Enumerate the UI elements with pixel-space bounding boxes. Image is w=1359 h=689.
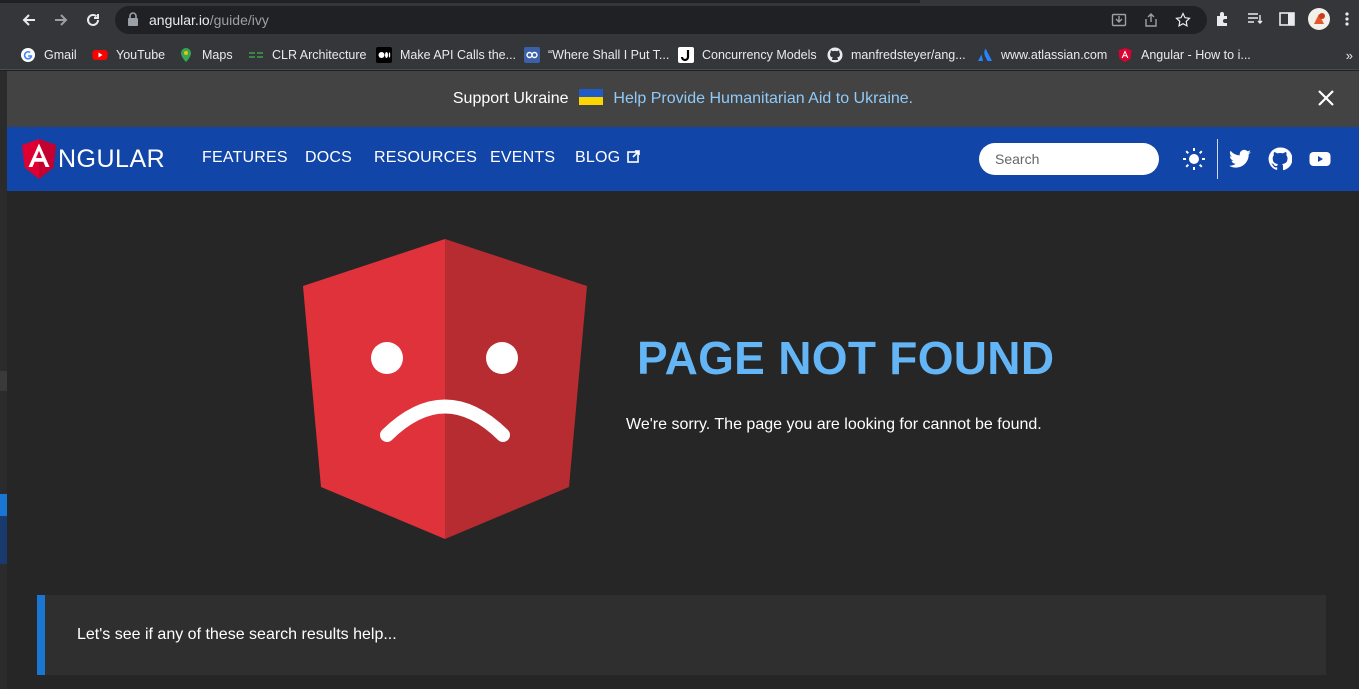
nav-docs[interactable]: DOCS	[305, 149, 352, 167]
back-button[interactable]	[18, 9, 40, 31]
address-bar[interactable]: angular.io/guide/ivy	[115, 6, 1207, 34]
j-icon	[678, 47, 694, 63]
url-host: angular.io	[149, 12, 210, 28]
humanitarian-aid-link[interactable]: Help Provide Humanitarian Aid to Ukraine…	[613, 90, 913, 107]
banner-text: Support Ukraine Help Provide Humanitaria…	[7, 89, 1359, 108]
atlassian-icon	[977, 47, 993, 63]
bookmark-label: manfredsteyer/ang...	[851, 48, 966, 62]
external-link-icon	[627, 150, 640, 163]
github-icon[interactable]	[1268, 147, 1292, 171]
angular-shield-icon	[22, 139, 56, 179]
top-navigation: NGULAR FEATURES DOCS RESOURCES EVENTS BL…	[7, 127, 1359, 191]
url-path: /guide/ivy	[209, 12, 269, 28]
bookmark-concurrency-models[interactable]: Concurrency Models	[678, 44, 817, 66]
nav-events[interactable]: EVENTS	[490, 149, 555, 167]
arrow-right-icon	[55, 14, 68, 26]
nav-blog[interactable]: BLOG	[575, 149, 640, 167]
extensions-puzzle-icon[interactable]	[1214, 10, 1232, 28]
avatar-icon	[1314, 13, 1325, 24]
bookmark-youtube[interactable]: YouTube	[92, 44, 165, 66]
bookmark-label: YouTube	[116, 48, 166, 62]
page-title: PAGE NOT FOUND	[637, 332, 1055, 384]
maps-pin-icon	[178, 47, 194, 63]
edge-block	[0, 516, 7, 564]
callout-text: Let's see if any of these search results…	[77, 626, 397, 643]
banner-label: Support Ukraine	[452, 90, 569, 107]
nav-resources[interactable]: RESOURCES	[374, 149, 477, 167]
install-app-icon[interactable]	[1111, 12, 1127, 28]
google-icon	[20, 47, 36, 63]
bookmark-make-api-calls[interactable]: Make API Calls the...	[376, 44, 516, 66]
close-banner-icon[interactable]	[1315, 87, 1337, 109]
more-bookmarks-button[interactable]: »	[1346, 48, 1353, 63]
tab-strip-edge	[0, 0, 920, 3]
bookmark-label: CLR Architecture	[272, 48, 367, 62]
lock-icon	[128, 12, 138, 26]
bookmarks-bar: Gmail YouTube Maps CLR Architecture Make…	[0, 40, 1359, 70]
theme-toggle-sun-icon[interactable]	[1182, 147, 1206, 171]
arrow-left-icon	[22, 14, 35, 26]
sad-angular-shield-icon	[303, 239, 587, 539]
medium-icon	[376, 47, 392, 63]
angular-logo[interactable]: NGULAR	[22, 137, 165, 181]
bookmark-where-shall-i-put[interactable]: “Where Shall I Put T...	[524, 44, 669, 66]
search-input[interactable]	[979, 143, 1159, 175]
bookmark-maps[interactable]: Maps	[178, 44, 233, 66]
star-icon[interactable]	[1175, 12, 1191, 28]
bookmark-label: Make API Calls the...	[400, 48, 517, 62]
left-edge-strip	[0, 71, 7, 689]
edge-block	[0, 494, 7, 516]
reading-list-icon[interactable]	[1246, 10, 1264, 28]
not-found-message: We're sorry. The page you are looking fo…	[626, 416, 1042, 433]
nav-features[interactable]: FEATURES	[202, 149, 288, 167]
bookmark-atlassian[interactable]: www.atlassian.com	[977, 44, 1107, 66]
nav-blog-label: BLOG	[575, 149, 621, 166]
reload-button[interactable]	[82, 9, 104, 31]
search-results-callout: Let's see if any of these search results…	[37, 595, 1326, 675]
url-text: angular.io/guide/ivy	[149, 12, 269, 28]
bookmark-label: www.atlassian.com	[1001, 48, 1108, 62]
angular-icon	[1117, 47, 1133, 63]
youtube-icon[interactable]	[1308, 147, 1332, 171]
youtube-icon	[92, 47, 108, 63]
bookmark-label: Concurrency Models	[702, 48, 817, 62]
browser-menu-icon[interactable]	[1342, 10, 1352, 28]
reload-icon	[87, 13, 99, 26]
web-page: Support Ukraine Help Provide Humanitaria…	[0, 71, 1359, 689]
bookmark-label: Maps	[202, 48, 233, 62]
twitter-icon[interactable]	[1228, 147, 1252, 171]
main-content: PAGE NOT FOUND We're sorry. The page you…	[7, 191, 1359, 689]
edge-block	[0, 371, 7, 391]
github-icon	[827, 47, 843, 63]
nav-divider	[1217, 139, 1218, 179]
bookmark-gmail[interactable]: Gmail	[20, 44, 77, 66]
support-ukraine-banner: Support Ukraine Help Provide Humanitaria…	[7, 71, 1359, 127]
bookmark-clr-architecture[interactable]: CLR Architecture	[248, 44, 366, 66]
codelink-icon	[524, 47, 540, 63]
bookmark-label: Angular - How to i...	[1141, 48, 1251, 62]
side-panel-icon[interactable]	[1278, 10, 1296, 28]
bookmark-label: “Where Shall I Put T...	[548, 48, 670, 62]
browser-toolbar: angular.io/guide/ivy	[0, 0, 1359, 40]
bookmark-manfredsteyer[interactable]: manfredsteyer/ang...	[827, 44, 966, 66]
share-icon[interactable]	[1143, 12, 1159, 28]
clr-icon	[248, 47, 264, 63]
profile-avatar[interactable]	[1308, 8, 1330, 30]
forward-button[interactable]	[50, 9, 72, 31]
logo-wordmark: NGULAR	[58, 144, 166, 173]
bookmark-angular-how-to[interactable]: Angular - How to i...	[1117, 44, 1251, 66]
bookmark-label: Gmail	[44, 48, 77, 62]
ukraine-flag-icon	[578, 89, 603, 105]
